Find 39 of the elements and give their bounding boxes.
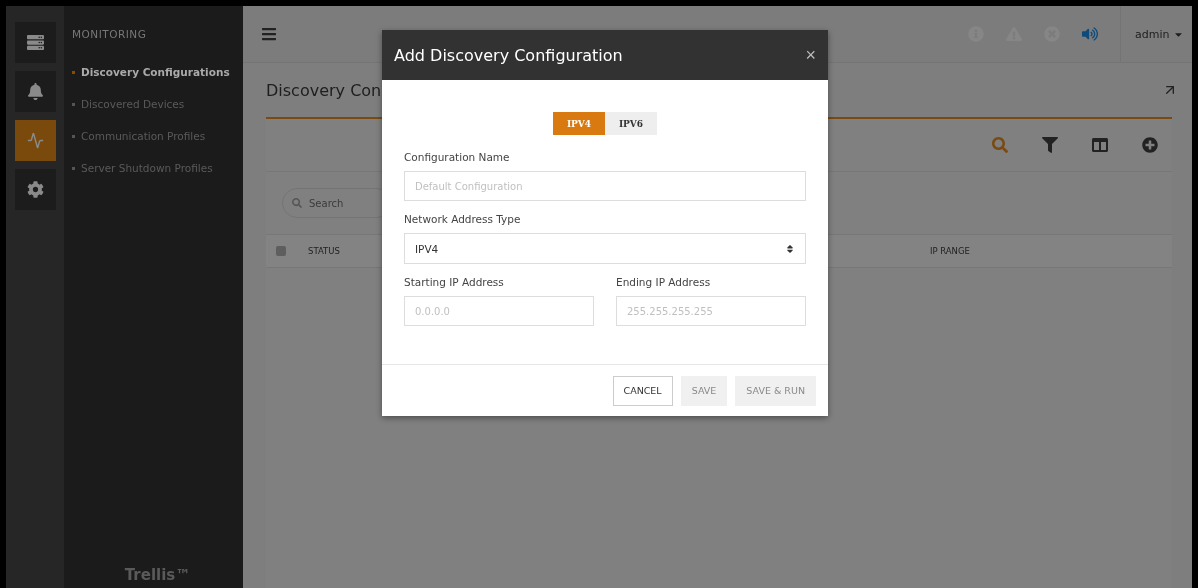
rail-button[interactable] [14, 120, 56, 161]
brand-logo: Trellis™ [124, 566, 191, 584]
nav-item[interactable]: Server Shutdown Profiles [72, 152, 243, 184]
nav-item[interactable]: Communication Profiles [72, 120, 243, 152]
close-button[interactable]: × [805, 44, 816, 66]
page-title: Discovery Con [266, 80, 382, 100]
sort-icon [785, 243, 795, 254]
server-icon [26, 34, 44, 51]
nav-heading: MONITORING [72, 28, 148, 40]
input-field[interactable]: 0.0.0.0 [404, 296, 594, 326]
rail-button[interactable] [14, 169, 56, 210]
pulse-icon [26, 132, 44, 149]
field-label: Network Address Type [404, 213, 522, 225]
select-field[interactable]: IPV4 [404, 233, 806, 264]
field-label: Starting IP Address [404, 276, 505, 288]
input-field[interactable]: 255.255.255.255 [616, 296, 806, 326]
field-label: Configuration Name [404, 151, 511, 163]
search-icon [292, 198, 302, 208]
dialog-button[interactable]: CANCEL [612, 375, 673, 406]
column-header: IP RANGE [929, 246, 970, 256]
filter-icon[interactable] [1042, 137, 1058, 153]
tab[interactable]: IPV6 [605, 112, 657, 135]
nav-item[interactable]: Discovered Devices [72, 88, 243, 120]
bell-icon [26, 83, 44, 100]
nav-item[interactable]: Discovery Configurations [72, 56, 243, 88]
rail-button[interactable] [14, 71, 56, 112]
field-label: Ending IP Address [616, 276, 712, 288]
input-field[interactable]: Default Configuration [404, 171, 806, 201]
speaker-icon[interactable] [1082, 26, 1099, 42]
settings-icon [26, 181, 44, 198]
menu-icon[interactable] [261, 26, 277, 42]
columns-icon[interactable] [1092, 137, 1108, 153]
dialog-title: Add Discovery Configuration [394, 45, 623, 65]
select-all-checkbox[interactable] [276, 246, 286, 256]
add-icon[interactable] [1142, 137, 1158, 153]
tab[interactable]: IPV4 [553, 112, 605, 135]
column-header: STATUS [308, 246, 340, 256]
rail-button[interactable] [14, 22, 56, 63]
user-menu[interactable]: admin [1120, 6, 1192, 62]
